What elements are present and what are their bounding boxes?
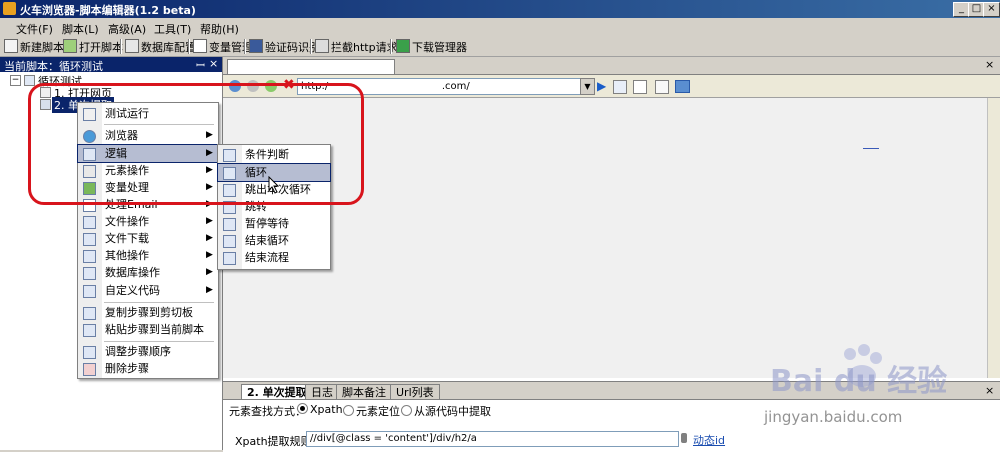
inspect-icon[interactable] [613,80,627,94]
submenu-item-pause[interactable]: 暂停等待 [218,215,330,232]
toolbar-separator [244,39,246,54]
pause-icon [223,218,236,231]
menu-help[interactable]: 帮助(H) [200,21,239,37]
end-loop-icon [223,235,236,248]
end-flow-icon [223,252,236,265]
page-source-icon[interactable] [633,80,647,94]
radio-from-source[interactable]: 从源代码中提取 [401,403,491,419]
toolbar-separator [390,39,392,54]
menu-separator [104,341,214,342]
dynamic-id-link[interactable]: 动态id [693,432,725,448]
submenu-arrow-icon: ▶ [206,267,213,277]
toolbar-separator [188,39,190,54]
lock-icon [681,433,687,443]
watermark-url: jingyan.baidu.com [764,408,903,426]
reorder-icon [83,346,96,359]
menu-file[interactable]: 文件(F) [16,21,53,37]
new-file-icon [4,39,18,53]
browser-tab-strip: × [223,57,1000,75]
script-icon [24,75,35,86]
current-script-label: 当前脚本：循环测试 [4,60,103,73]
go-icon[interactable]: ▶ [597,79,606,93]
captcha-icon [249,39,263,53]
toolbar: 新建脚本 打开脚本 数据库配置 变量管理 验证码识别 拦截http请求 下载管理… [0,37,1000,57]
browser-tab[interactable] [227,59,395,74]
file-icon [83,216,96,229]
submenu-arrow-icon: ▶ [206,285,213,295]
tab-log[interactable]: 日志 [305,384,339,400]
download-icon [396,39,410,53]
screen-icon[interactable] [675,80,690,93]
page-fragment [863,148,879,149]
menu-advanced[interactable]: 高级(A) [108,21,146,37]
radio-element-locate[interactable]: 元素定位 [343,403,400,419]
baidu-watermark: Bai du 经验 jingyan.baidu.com [742,340,992,450]
annotation-highlight-ring [28,83,364,205]
tab-url-list[interactable]: Url列表 [390,384,440,400]
menu-item-database-ops[interactable]: 数据库操作 ▶ [78,264,218,281]
flask-icon[interactable] [655,80,669,94]
copy-icon [83,307,96,320]
menu-item-file-download[interactable]: 文件下载 ▶ [78,230,218,247]
watermark-brand: Bai du 经验 [770,364,948,399]
paste-icon [83,324,96,337]
submenu-arrow-icon: ▶ [206,233,213,243]
menu-script[interactable]: 脚本(L) [62,21,99,37]
submenu-arrow-icon: ▶ [206,216,213,226]
database-config-button[interactable]: 数据库配置 [125,39,196,54]
tree-expander[interactable]: − [10,75,21,86]
new-script-button[interactable]: 新建脚本 [4,39,64,54]
menu-tools[interactable]: 工具(T) [154,21,191,37]
intercept-icon [315,39,329,53]
submenu-item-end-flow[interactable]: 结束流程 [218,249,330,266]
menu-separator [104,302,214,303]
tab-script-notes[interactable]: 脚本备注 [336,384,392,400]
database-icon [125,39,139,53]
menu-item-paste-step[interactable]: 粘贴步骤到当前脚本 [78,321,218,338]
menu-item-custom-code[interactable]: 自定义代码 ▶ [78,282,218,299]
menu-item-other-ops[interactable]: 其他操作 ▶ [78,247,218,264]
menu-item-copy-step[interactable]: 复制步骤到剪切板 [78,304,218,321]
title-bar: 火车浏览器-脚本编辑器(1.2 beta) _ □ × [0,0,1000,18]
close-panel-icon[interactable]: × [209,57,218,70]
toolbar-separator [310,39,312,54]
radio-dot [401,405,412,416]
pin-icon[interactable]: ꟷ [196,58,205,73]
intercept-http-button[interactable]: 拦截http请求 [315,39,398,54]
code-icon [83,285,96,298]
submenu-arrow-icon: ▶ [206,250,213,260]
script-panel-header: 当前脚本：循环测试 ꟷ × [0,57,222,73]
browser-scrollbar[interactable] [987,98,1000,378]
window-title: 火车浏览器-脚本编辑器(1.2 beta) [20,4,196,17]
radio-dot [297,403,308,414]
menu-bar: 文件(F) 脚本(L) 高级(A) 工具(T) 帮助(H) [0,18,1000,37]
close-window-button[interactable]: × [983,2,1000,17]
tab-single-extract[interactable]: 2. 单次提取 [241,384,313,400]
other-icon [83,250,96,263]
download-icon [83,233,96,246]
app-icon [3,2,16,15]
database-icon [83,267,96,280]
variable-icon [193,39,207,53]
menu-item-delete-step[interactable]: 删除步骤 [78,360,218,377]
xpath-rule-input[interactable]: //div[@class = 'content']/div/h2/a [306,431,679,447]
open-folder-icon [63,39,77,53]
radio-xpath[interactable]: Xpath [297,403,343,416]
close-tab-icon[interactable]: × [985,58,994,71]
open-script-button[interactable]: 打开脚本 [63,39,123,54]
radio-dot [343,405,354,416]
download-manager-button[interactable]: 下载管理器 [396,39,467,54]
submenu-item-end-loop[interactable]: 结束循环 [218,232,330,249]
delete-icon [83,363,96,376]
menu-item-reorder-steps[interactable]: 调整步骤顺序 [78,343,218,360]
url-dropdown-icon[interactable]: ▼ [580,78,595,95]
menu-item-file-ops[interactable]: 文件操作 ▶ [78,213,218,230]
xpath-rule-label: Xpath提取规则 [235,435,312,448]
find-mode-label: 元素查找方式： [229,405,306,418]
toolbar-separator [120,39,122,54]
